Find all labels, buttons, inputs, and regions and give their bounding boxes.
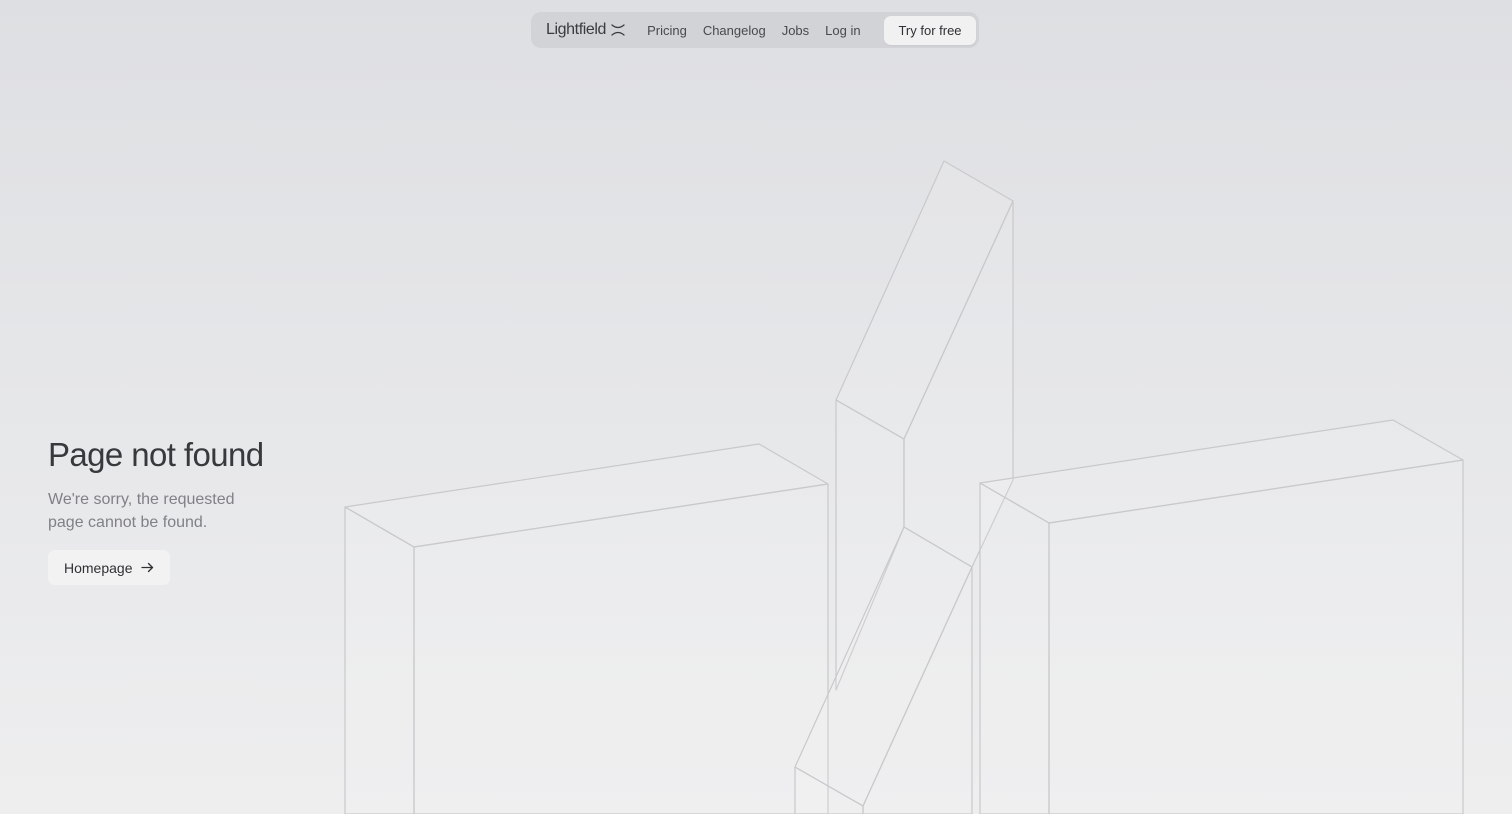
nav-link-jobs[interactable]: Jobs	[782, 23, 809, 38]
right-slab-front	[1048, 459, 1464, 814]
homepage-button[interactable]: Homepage	[48, 550, 170, 585]
page-title: Page not found	[48, 436, 264, 473]
top-navigation: Lightfield Pricing Changelog Jobs Log in…	[531, 12, 979, 48]
left-slab-side	[344, 506, 415, 814]
homepage-button-label: Homepage	[64, 559, 133, 576]
page-description: We're sorry, the requested page cannot b…	[48, 491, 235, 531]
arrow-right-icon	[140, 562, 154, 573]
nav-links: Pricing Changelog Jobs Log in	[647, 23, 861, 38]
nav-link-login[interactable]: Log in	[825, 23, 860, 38]
nav-link-pricing[interactable]: Pricing	[647, 23, 687, 38]
try-for-free-button[interactable]: Try for free	[884, 15, 976, 45]
logo[interactable]: Lightfield	[546, 21, 625, 39]
logo-text: Lightfield	[546, 21, 607, 38]
nav-link-changelog[interactable]: Changelog	[703, 23, 766, 38]
right-slab-side	[979, 482, 1050, 814]
not-found-content: Page not found We're sorry, the requeste…	[48, 434, 308, 585]
crossed-arcs-icon	[611, 24, 625, 36]
background-geometric-illustration	[344, 160, 1464, 814]
